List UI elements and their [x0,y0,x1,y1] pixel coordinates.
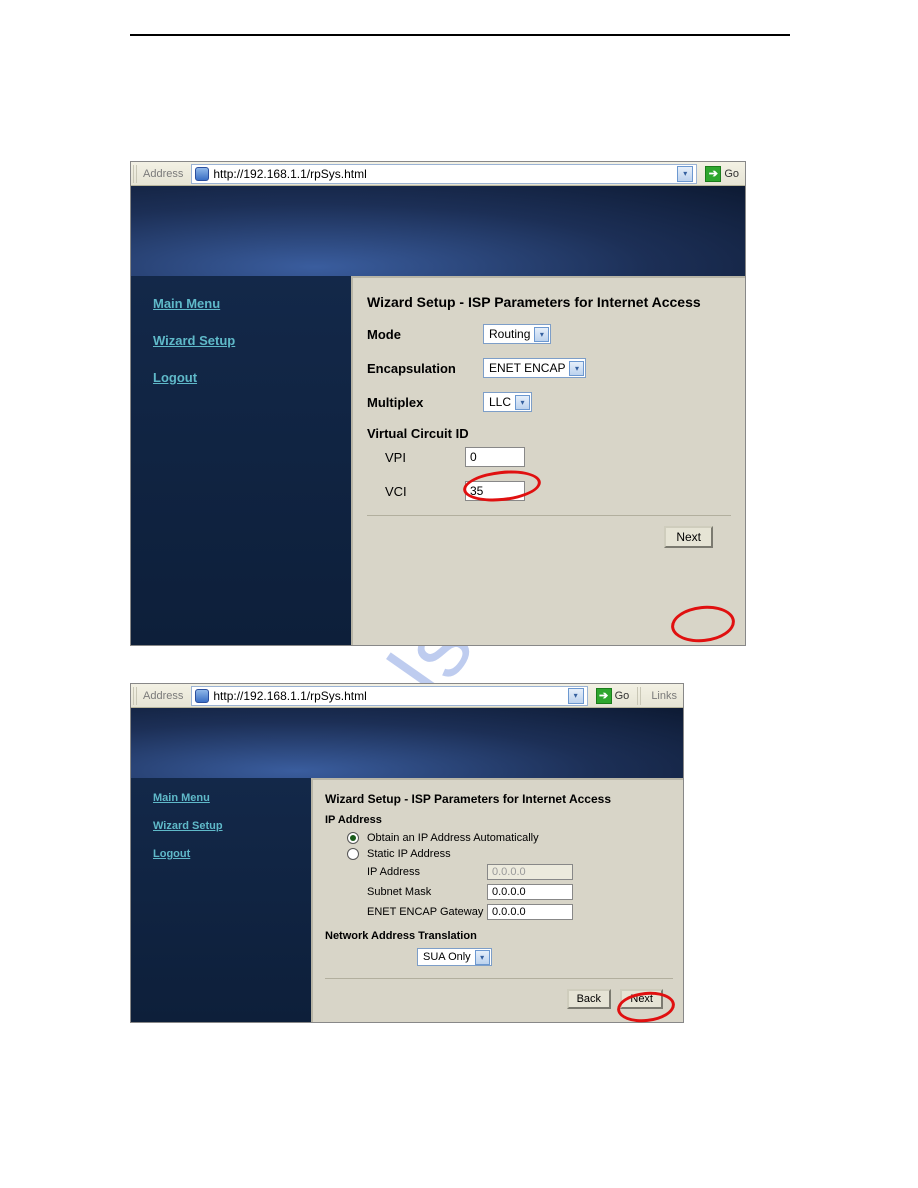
multiplex-value: LLC [489,395,511,409]
nat-section-label: Network Address Translation [325,930,673,942]
screenshot-1: Address http://192.168.1.1/rpSys.html ▾ … [130,161,746,646]
mode-value: Routing [489,327,530,341]
router-header [131,708,683,778]
links-label: Links [647,690,681,702]
toolbar-grip [133,687,137,705]
panel-title: Wizard Setup - ISP Parameters for Intern… [367,294,731,310]
router-wave-bg: Main Menu Wizard Setup Logout Wizard Set… [131,186,745,645]
enet-gateway-input[interactable]: 0.0.0.0 [487,904,573,920]
nat-select[interactable]: SUA Only ▾ [417,948,492,966]
vpi-input[interactable]: 0 [465,447,525,467]
go-arrow-icon: ➔ [705,166,721,182]
screenshot-2: Address http://192.168.1.1/rpSys.html ▾ … [130,683,684,1023]
sidebar-link-logout[interactable]: Logout [153,370,351,385]
address-label: Address [143,690,183,702]
panel-title: Wizard Setup - ISP Parameters for Intern… [325,792,673,806]
mode-label: Mode [367,327,483,342]
chevron-down-icon: ▾ [569,361,584,376]
encapsulation-value: ENET ENCAP [489,361,565,375]
router-main-area: Main Menu Wizard Setup Logout Wizard Set… [131,778,683,1022]
ip-address-field-label: IP Address [367,866,487,878]
nat-value: SUA Only [423,951,471,963]
radio-obtain-auto[interactable] [347,832,359,844]
mode-select[interactable]: Routing ▾ [483,324,551,344]
address-label: Address [143,168,183,180]
sidebar-link-logout[interactable]: Logout [153,848,311,860]
wizard-panel-2: Wizard Setup - ISP Parameters for Intern… [311,778,683,1022]
toolbar-grip [133,165,137,183]
option-static-ip-label: Static IP Address [367,848,673,860]
go-button[interactable]: ➔ Go [592,686,634,706]
router-main-area: Main Menu Wizard Setup Logout Wizard Set… [131,276,745,645]
multiplex-label: Multiplex [367,395,483,410]
go-label: Go [724,168,739,180]
address-input[interactable]: http://192.168.1.1/rpSys.html ▾ [191,686,587,706]
address-url-text: http://192.168.1.1/rpSys.html [213,689,563,703]
vpi-label: VPI [367,450,439,465]
sidebar: Main Menu Wizard Setup Logout [131,276,351,645]
encapsulation-label: Encapsulation [367,361,483,376]
router-wave-bg: Main Menu Wizard Setup Logout Wizard Set… [131,708,683,1022]
address-url-text: http://192.168.1.1/rpSys.html [213,167,673,181]
vci-label: VCI [367,484,439,499]
page-header-rule [130,34,790,36]
address-bar: Address http://192.168.1.1/rpSys.html ▾ … [131,684,683,708]
enet-gateway-label: ENET ENCAP Gateway [367,906,487,918]
next-button[interactable]: Next [620,989,663,1009]
document-page: manualshive.com Address http://192.168.1… [0,0,918,1188]
ie-page-icon [195,689,209,703]
wizard-panel-1: Wizard Setup - ISP Parameters for Intern… [351,276,745,645]
sidebar: Main Menu Wizard Setup Logout [131,778,311,1022]
sidebar-link-wizard-setup[interactable]: Wizard Setup [153,333,351,348]
virtual-circuit-id-label: Virtual Circuit ID [367,426,731,441]
ip-address-options: Obtain an IP Address Automatically Stati… [345,832,673,920]
subnet-mask-input[interactable]: 0.0.0.0 [487,884,573,900]
sidebar-link-main-menu[interactable]: Main Menu [153,792,311,804]
router-header [131,186,745,276]
panel-divider [367,515,731,516]
ip-address-section-label: IP Address [325,814,673,826]
subnet-mask-label: Subnet Mask [367,886,487,898]
go-arrow-icon: ➔ [596,688,612,704]
next-button[interactable]: Next [664,526,713,548]
chevron-down-icon: ▾ [515,395,530,410]
go-label: Go [615,690,630,702]
address-input[interactable]: http://192.168.1.1/rpSys.html ▾ [191,164,697,184]
sidebar-link-main-menu[interactable]: Main Menu [153,296,351,311]
option-obtain-auto-label: Obtain an IP Address Automatically [367,832,673,844]
back-button[interactable]: Back [567,989,611,1009]
chevron-down-icon: ▾ [475,950,490,965]
address-dropdown-icon[interactable]: ▾ [568,688,584,704]
address-dropdown-icon[interactable]: ▾ [677,166,693,182]
go-button[interactable]: ➔ Go [701,164,743,184]
toolbar-grip [637,687,641,705]
ie-page-icon [195,167,209,181]
encapsulation-select[interactable]: ENET ENCAP ▾ [483,358,586,378]
sidebar-link-wizard-setup[interactable]: Wizard Setup [153,820,311,832]
radio-static-ip[interactable] [347,848,359,860]
vci-input[interactable]: 35 [465,481,525,501]
multiplex-select[interactable]: LLC ▾ [483,392,532,412]
address-bar: Address http://192.168.1.1/rpSys.html ▾ … [131,162,745,186]
ip-address-input[interactable]: 0.0.0.0 [487,864,573,880]
red-annotation-next [669,603,736,645]
chevron-down-icon: ▾ [534,327,549,342]
panel-divider [325,978,673,979]
